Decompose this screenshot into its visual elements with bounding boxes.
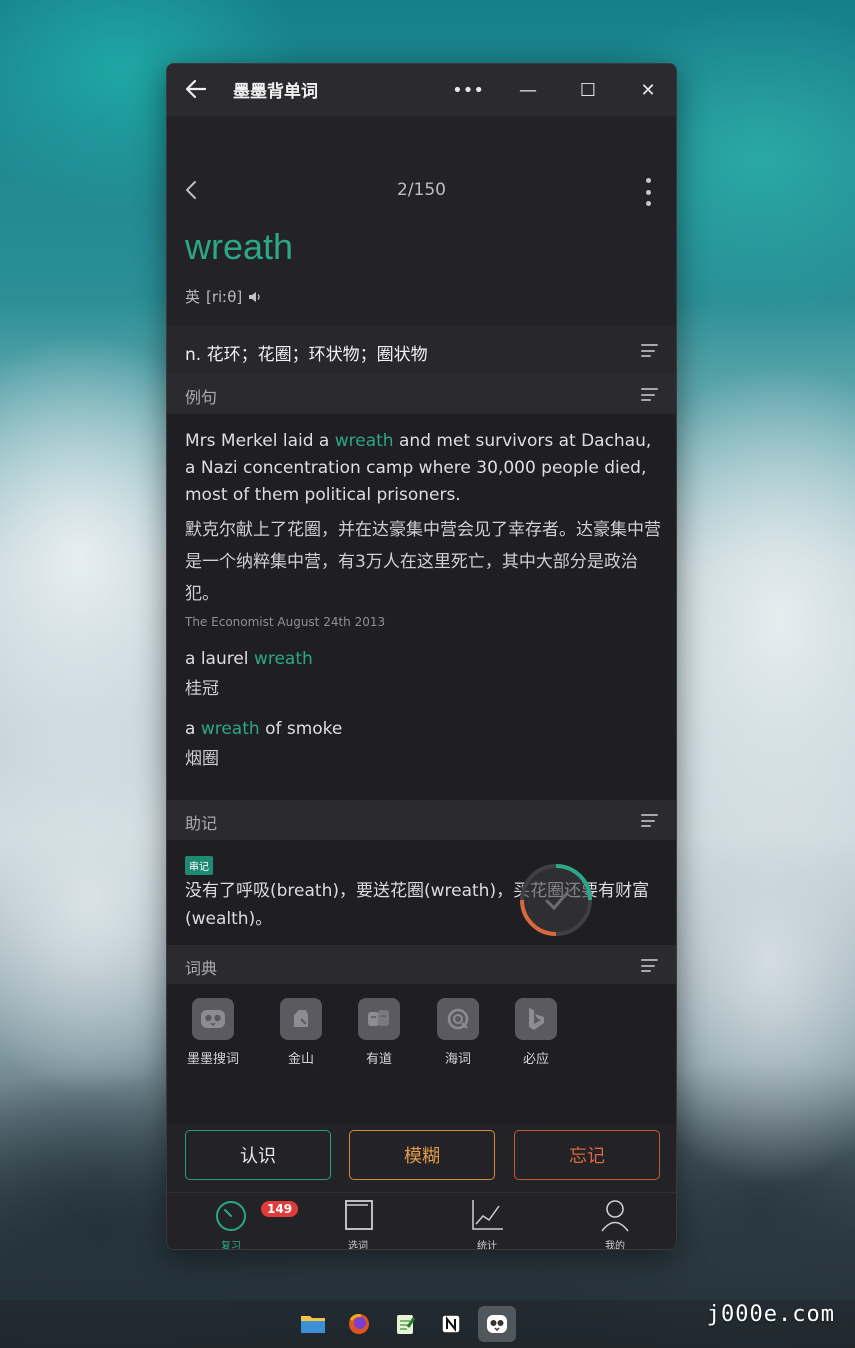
examples-panel: Mrs Merkel laid a wreath and met survivo… [167, 414, 676, 800]
haici-icon [437, 998, 479, 1040]
firefox-icon[interactable] [340, 1306, 378, 1342]
dictionary-header: 词典 [167, 945, 676, 985]
nav-me-label: 我的 [605, 1241, 625, 1250]
word-headword: wreath [185, 226, 294, 267]
sort-icon[interactable] [641, 388, 658, 401]
phrase-en: a laurel wreath [185, 649, 313, 669]
nav-me[interactable]: 我的 [575, 1198, 655, 1250]
dictionary-list: 墨墨搜词 金山 有道 海词 必应 [167, 984, 676, 1124]
dict-bing[interactable]: 必应 [496, 998, 576, 1067]
notion-icon[interactable] [432, 1306, 470, 1342]
know-button[interactable]: 认识 [185, 1130, 331, 1180]
dict-label: 必应 [522, 1052, 549, 1067]
sort-icon[interactable] [641, 959, 658, 972]
user-icon [601, 1200, 629, 1232]
example-source: The Economist August 24th 2013 [185, 615, 386, 629]
examples-header: 例句 [167, 374, 676, 414]
nav-select[interactable]: 选词 [318, 1198, 398, 1250]
minimize-button[interactable]: — [514, 76, 542, 104]
mnemonic-tag: 串记 [185, 856, 213, 875]
dict-label: 海词 [444, 1052, 471, 1067]
forget-button[interactable]: 忘记 [514, 1130, 660, 1180]
phonetic: 英 [riːθ] [185, 286, 262, 307]
loading-spinner-icon [520, 864, 592, 936]
watermark: j000e.com [706, 1302, 835, 1327]
kebab-menu-icon[interactable] [644, 178, 652, 206]
back-arrow-icon[interactable] [183, 76, 209, 102]
bing-icon [515, 998, 557, 1040]
notepad-icon[interactable] [386, 1306, 424, 1342]
dict-haici[interactable]: 海词 [418, 998, 498, 1067]
more-options-icon[interactable]: ••• [452, 76, 484, 104]
dict-label: 有道 [365, 1052, 392, 1067]
example-sentence-zh: 默克尔献上了花圈，并在达豪集中营会见了幸存者。达豪集中营是一个纳粹集中营，有3万… [185, 520, 661, 604]
sort-icon[interactable] [641, 344, 658, 357]
example-sentence-en: Mrs Merkel laid a wreath and met survivo… [185, 431, 652, 505]
app-window: 墨墨背单词 ••• — ☐ ✕ 2/150 wreath 英 [riːθ] n.… [166, 63, 677, 1250]
sort-icon[interactable] [641, 814, 658, 827]
highlight-word: wreath [334, 431, 394, 451]
phonetic-region: 英 [185, 288, 201, 306]
examples-title: 例句 [185, 388, 218, 407]
nav-review[interactable]: 149 复习 [191, 1198, 299, 1250]
nav-stats-label: 统计 [477, 1241, 497, 1250]
nav-review-label: 复习 [221, 1241, 241, 1250]
title-bar: 墨墨背单词 ••• — ☐ ✕ [167, 64, 676, 116]
maximize-button[interactable]: ☐ [574, 76, 602, 104]
nav-stats[interactable]: 统计 [447, 1198, 527, 1250]
file-explorer-icon[interactable] [294, 1306, 332, 1342]
phrase-zh: 桂冠 [185, 679, 219, 699]
mnemonic-panel: 串记 没有了呼吸(breath)，要送花圈(wreath)，买花圈还要有财富(w… [167, 840, 676, 945]
chart-icon [472, 1200, 503, 1230]
speaker-icon[interactable] [248, 291, 262, 303]
dict-youdao[interactable]: 有道 [339, 998, 419, 1067]
fuzzy-button[interactable]: 模糊 [349, 1130, 495, 1180]
review-badge: 149 [261, 1201, 299, 1217]
phonetic-text: [riːθ] [206, 287, 243, 306]
dict-jinshan[interactable]: 金山 [261, 998, 341, 1067]
close-button[interactable]: ✕ [634, 76, 662, 104]
dict-momo[interactable]: 墨墨搜词 [173, 998, 253, 1067]
mnemonic-header: 助记 [167, 800, 676, 840]
progress-counter: 2/150 [397, 180, 446, 200]
phrase-zh: 烟圈 [185, 749, 219, 769]
definition-row: n. 花环；花圈；环状物；圈状物 [167, 326, 676, 374]
book-icon [345, 1200, 373, 1230]
taskbar-icons [294, 1306, 516, 1342]
owl-icon [192, 998, 234, 1040]
jinshan-icon [280, 998, 322, 1040]
app-title: 墨墨背单词 [233, 82, 318, 102]
phrase-en: a wreath of smoke [185, 719, 343, 739]
bottom-nav: 149 复习 选词 统计 我的 [167, 1192, 676, 1250]
highlight-word: wreath [200, 719, 260, 739]
mnemonic-title: 助记 [185, 814, 218, 833]
action-bar: 认识 模糊 忘记 [167, 1130, 676, 1186]
card-nav: 2/150 [167, 176, 676, 206]
momo-app-icon[interactable] [478, 1306, 516, 1342]
dict-label: 金山 [287, 1052, 314, 1067]
dictionary-title: 词典 [185, 959, 218, 978]
definition-text: n. 花环；花圈；环状物；圈状物 [185, 345, 428, 365]
highlight-word: wreath [253, 649, 313, 669]
youdao-icon [358, 998, 400, 1040]
nav-select-label: 选词 [348, 1241, 368, 1250]
review-timer-icon [216, 1201, 246, 1231]
dict-label: 墨墨搜词 [186, 1052, 239, 1067]
